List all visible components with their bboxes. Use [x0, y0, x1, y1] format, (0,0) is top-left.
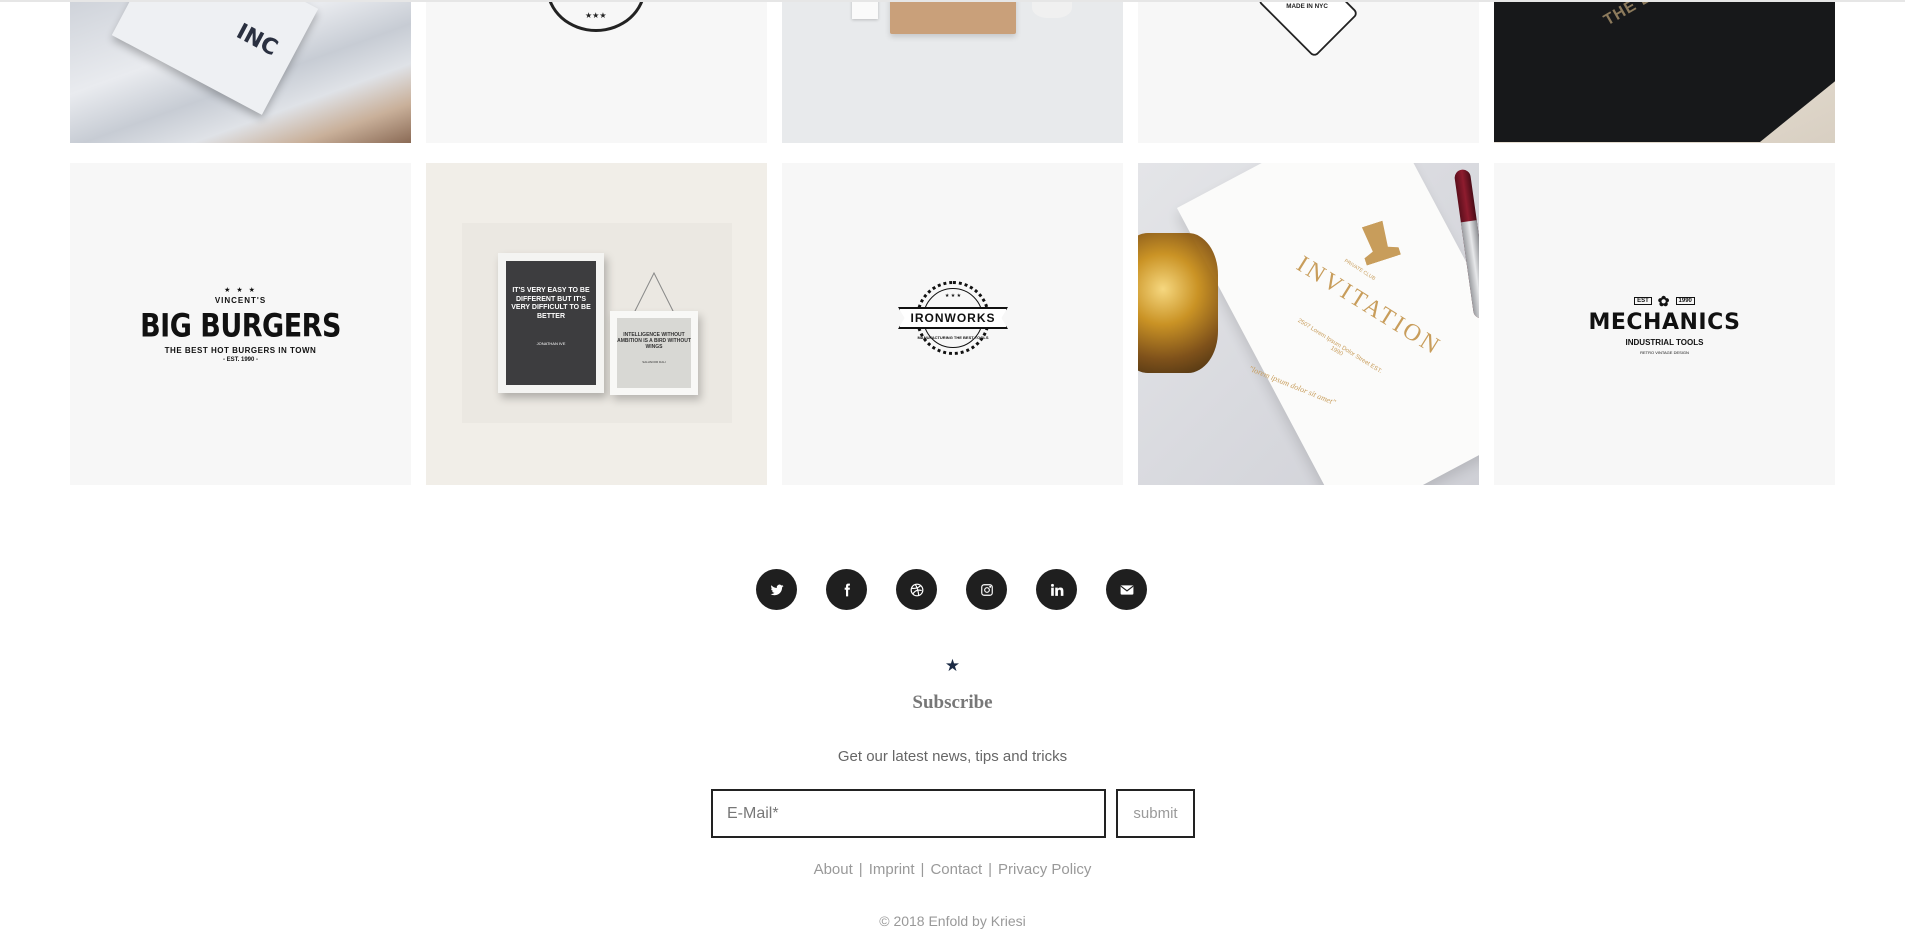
logo-title: MECHANICS	[1588, 309, 1741, 335]
dark-quote-frame: IT'S VERY EASY TO BE DIFFERENT BUT IT'S …	[498, 253, 604, 393]
dark-quote-author: JONATHAN IVE	[536, 341, 566, 346]
portfolio-item-mechanics[interactable]: EST ✿ 1990 MECHANICS INDUSTRIAL TOOLS RE…	[1494, 163, 1835, 485]
big-burgers-logo: ★ ★ ★ VINCENT'S BIG BURGERS THE BEST HOT…	[70, 163, 411, 485]
footer-link-imprint[interactable]: Imprint	[869, 861, 915, 878]
gear-icon: ✿	[1657, 292, 1670, 309]
perfume-bottle-image	[1138, 233, 1218, 373]
round-badge-image	[546, 2, 646, 32]
portfolio-item-invitation[interactable]: PRIVATE CLUB INVITATION 2507 Lorem Ipsum…	[1138, 163, 1479, 485]
est-year: 1990	[1675, 296, 1695, 305]
copyright: © 2018 Enfold by Kriesi	[879, 913, 1026, 929]
light-quote-text: INTELLIGENCE WITHOUT AMBITION IS A BIRD …	[617, 332, 691, 350]
facebook-icon[interactable]	[826, 569, 867, 610]
logo-sub: MANUFACTURING THE BEST TOOLS	[898, 335, 1008, 340]
linkedin-icon[interactable]	[1036, 569, 1077, 610]
footer-link-privacy-policy[interactable]: Privacy Policy	[998, 861, 1091, 878]
light-quote-frame: INTELLIGENCE WITHOUT AMBITION IS A BIRD …	[610, 311, 698, 395]
logo-sub: INDUSTRIAL TOOLS	[1625, 337, 1704, 347]
footer-link-contact[interactable]: Contact	[930, 861, 982, 878]
portfolio-item-nyc-badge[interactable]: MADE IN NYC	[1138, 2, 1479, 143]
star-icon: ★	[944, 656, 961, 675]
logo-stars: ★ ★ ★	[944, 293, 962, 299]
cloth-image	[1032, 2, 1072, 18]
tshirt-image: THE B	[1494, 2, 1835, 142]
portfolio-item-round-badge[interactable]	[426, 2, 767, 143]
tag-image	[852, 2, 878, 19]
footer-nav: About | Imprint | Contact | Privacy Policy	[0, 861, 1905, 878]
dark-quote-text: IT'S VERY EASY TO BE DIFFERENT BUT IT'S …	[511, 287, 591, 320]
footer-separator: |	[988, 861, 993, 878]
instagram-icon[interactable]	[966, 569, 1007, 610]
logo-est: - EST. 1990 -	[222, 356, 258, 363]
portfolio-item-packaging[interactable]	[782, 2, 1123, 143]
kraft-box-image	[890, 2, 1016, 34]
mechanics-top-row: EST ✿ 1990	[1634, 294, 1695, 308]
portfolio-item-business-card[interactable]: INC	[70, 2, 411, 143]
subscribe-title: Subscribe	[912, 692, 993, 713]
logo-title: IRONWORKS	[898, 307, 1008, 329]
light-quote-author: SALVADOR DALI	[642, 360, 666, 364]
mechanics-logo: EST ✿ 1990 MECHANICS INDUSTRIAL TOOLS RE…	[1494, 163, 1835, 485]
business-card-image: INC	[111, 2, 319, 115]
footer-link-about[interactable]: About	[814, 861, 853, 878]
mail-icon[interactable]	[1106, 569, 1147, 610]
logo-stars: ★ ★ ★	[224, 286, 257, 294]
portfolio-item-quote-frames[interactable]: IT'S VERY EASY TO BE DIFFERENT BUT IT'S …	[426, 163, 767, 485]
social-icons	[756, 569, 1147, 610]
portfolio-item-ironworks[interactable]: ★ ★ ★ IRONWORKS MANUFACTURING THE BEST T…	[782, 163, 1123, 485]
logo-brand: VINCENT'S	[214, 295, 267, 305]
submit-button[interactable]: submit	[1116, 789, 1195, 838]
twitter-icon[interactable]	[756, 569, 797, 610]
portfolio-item-big-burgers[interactable]: ★ ★ ★ VINCENT'S BIG BURGERS THE BEST HOT…	[70, 163, 411, 485]
logo-sub-text: MANUFACTURING THE BEST TOOLS	[917, 335, 989, 340]
frame-hanger-icon	[633, 271, 675, 313]
invitation-paper	[1176, 163, 1479, 485]
logo-tiny: RETRO VINTAGE DESIGN	[1640, 349, 1689, 355]
ironworks-logo: ★ ★ ★ IRONWORKS MANUFACTURING THE BEST T…	[898, 281, 1008, 369]
nyc-badge-image: MADE IN NYC	[1257, 2, 1359, 58]
logo-tagline: THE BEST HOT BURGERS IN TOWN	[164, 345, 317, 355]
email-field[interactable]	[711, 789, 1106, 838]
footer-separator: |	[858, 861, 863, 878]
footer-separator: |	[920, 861, 925, 878]
subscribe-subtitle: Get our latest news, tips and tricks	[837, 748, 1068, 765]
logo-title: BIG BURGERS	[140, 307, 341, 345]
portfolio-item-tshirt[interactable]: THE B	[1494, 2, 1835, 143]
est-label: EST	[1634, 296, 1652, 305]
dribbble-icon[interactable]	[896, 569, 937, 610]
